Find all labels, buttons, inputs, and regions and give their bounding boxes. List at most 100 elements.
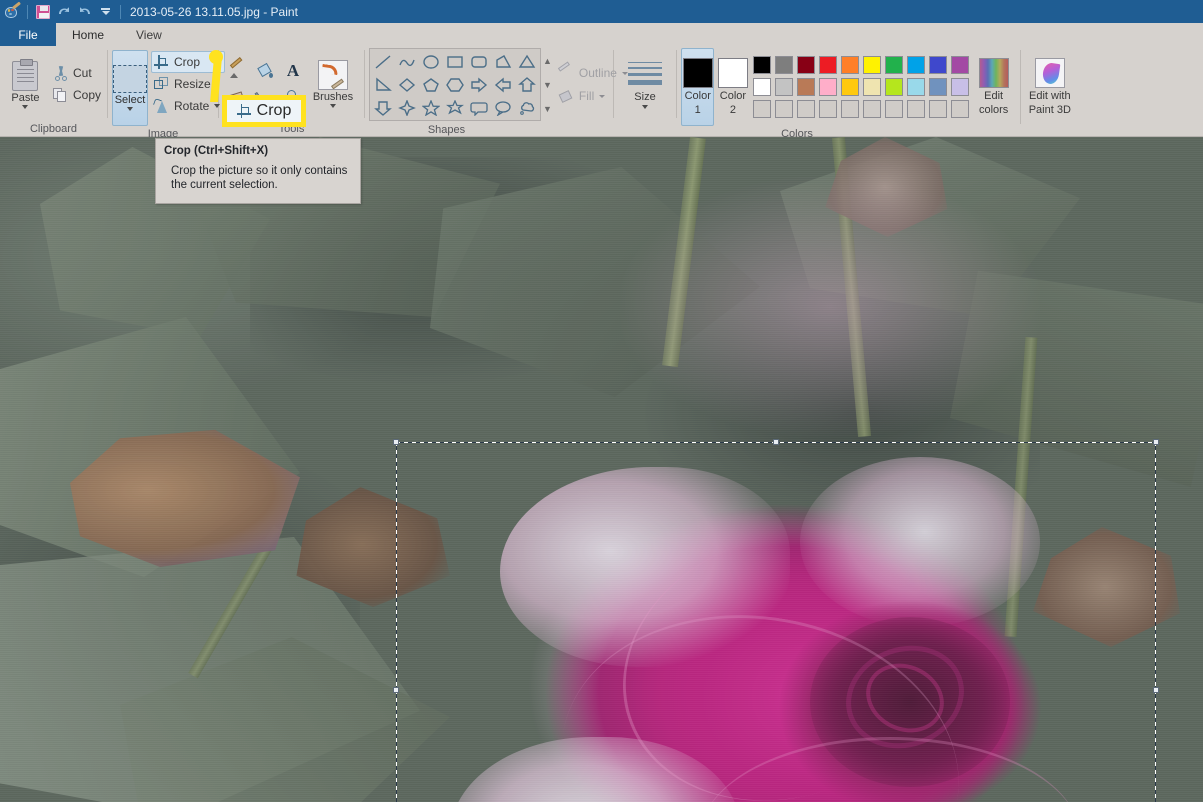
palette-swatch-r3-c5[interactable] — [839, 98, 861, 120]
swatch-color — [797, 100, 816, 118]
select-dropdown-icon[interactable] — [127, 107, 133, 111]
cut-button[interactable]: Cut — [51, 62, 103, 84]
size-button[interactable]: Size — [619, 59, 671, 109]
palette-swatch-r3-c10[interactable] — [949, 98, 971, 120]
palette-swatch-r2-c1[interactable] — [751, 76, 773, 98]
shape-diamond[interactable] — [395, 73, 419, 96]
fill-icon — [558, 89, 574, 104]
palette-swatch-r3-c9[interactable] — [927, 98, 949, 120]
shape-rounded-rectangular-callout[interactable] — [467, 96, 491, 119]
shapes-scroll-down-icon[interactable]: ▼ — [543, 74, 552, 95]
fill-dropdown-icon[interactable] — [599, 94, 606, 98]
color-2-button[interactable]: Color 2 — [716, 48, 749, 126]
palette-swatch-r2-c5[interactable] — [839, 76, 861, 98]
brushes-button[interactable]: Brushes — [307, 59, 359, 108]
shape-pentagon[interactable] — [419, 73, 443, 96]
fill-with-color-tool-button[interactable] — [251, 58, 279, 84]
palette-swatch-r1-c6[interactable] — [861, 54, 883, 76]
save-icon[interactable] — [33, 2, 52, 21]
tab-home[interactable]: Home — [56, 23, 121, 46]
shape-right-arrow[interactable] — [467, 73, 491, 96]
shape-oval[interactable] — [419, 50, 443, 73]
palette-swatch-r2-c7[interactable] — [883, 76, 905, 98]
palette-swatch-r1-c2[interactable] — [773, 54, 795, 76]
paint-logo-icon[interactable] — [3, 1, 22, 21]
swatch-color — [841, 100, 860, 118]
shapes-gallery[interactable] — [369, 48, 541, 121]
palette-swatch-r1-c5[interactable] — [839, 54, 861, 76]
palette-swatch-r3-c6[interactable] — [861, 98, 883, 120]
color-1-button[interactable]: Color 1 — [681, 48, 715, 126]
scissors-icon — [53, 65, 69, 81]
shape-down-arrow[interactable] — [371, 96, 395, 119]
palette-swatch-r3-c1[interactable] — [751, 98, 773, 120]
magnifier-tool-button[interactable] — [279, 84, 307, 110]
shape-four-point-star[interactable] — [395, 96, 419, 119]
shape-cloud-callout[interactable] — [515, 96, 539, 119]
shape-line[interactable] — [371, 50, 395, 73]
color-picker-tool-button[interactable] — [251, 84, 279, 110]
text-tool-button[interactable]: A — [279, 58, 307, 84]
palette-swatch-r2-c4[interactable] — [817, 76, 839, 98]
resize-button[interactable]: Resize — [151, 73, 225, 95]
selection-handle-middle-left[interactable] — [393, 687, 399, 693]
customize-quick-access-icon[interactable] — [96, 2, 115, 21]
palette-swatch-r3-c2[interactable] — [773, 98, 795, 120]
palette-swatch-r2-c3[interactable] — [795, 76, 817, 98]
paste-button[interactable]: Paste — [4, 58, 47, 109]
palette-swatch-r1-c9[interactable] — [927, 54, 949, 76]
palette-swatch-r3-c4[interactable] — [817, 98, 839, 120]
selection-handle-middle-right[interactable] — [1153, 687, 1159, 693]
edit-colors-button[interactable]: Edit colors — [973, 58, 1013, 116]
tab-view[interactable]: View — [120, 23, 178, 46]
select-button[interactable]: Select — [112, 50, 148, 126]
shapes-expand-icon[interactable]: ▼ — [543, 98, 552, 119]
shape-triangle[interactable] — [515, 50, 539, 73]
shape-six-point-star[interactable] — [443, 96, 467, 119]
paste-dropdown-icon[interactable] — [22, 104, 29, 109]
undo-icon[interactable] — [54, 2, 73, 21]
size-dropdown-icon[interactable] — [642, 104, 648, 109]
rotate-button[interactable]: Rotate — [151, 95, 225, 117]
shape-five-point-star[interactable] — [419, 96, 443, 119]
shape-left-arrow[interactable] — [491, 73, 515, 96]
shape-right-triangle[interactable] — [371, 73, 395, 96]
crop-button[interactable]: Crop — [151, 51, 226, 73]
selection-rectangle[interactable] — [393, 439, 1159, 802]
pencil-tool-button[interactable] — [223, 56, 251, 84]
palette-swatch-r3-c7[interactable] — [883, 98, 905, 120]
selection-handle-top-center[interactable] — [773, 439, 779, 445]
copy-button[interactable]: Copy — [51, 84, 103, 106]
shape-polygon[interactable] — [491, 50, 515, 73]
image-canvas[interactable] — [0, 137, 1203, 802]
shapes-scrollbar[interactable]: ▲ ▼ ▼ — [543, 50, 552, 119]
tab-file[interactable]: File — [0, 23, 56, 46]
palette-swatch-r1-c7[interactable] — [883, 54, 905, 76]
palette-swatch-r2-c6[interactable] — [861, 76, 883, 98]
palette-swatch-r2-c8[interactable] — [905, 76, 927, 98]
shape-curve[interactable] — [395, 50, 419, 73]
palette-swatch-r1-c8[interactable] — [905, 54, 927, 76]
edit-with-paint-3d-button[interactable]: Edit with Paint 3D — [1027, 58, 1073, 116]
redo-icon[interactable] — [75, 2, 94, 21]
brushes-dropdown-icon[interactable] — [330, 103, 336, 108]
palette-swatch-r3-c8[interactable] — [905, 98, 927, 120]
selection-handle-top-right[interactable] — [1153, 439, 1159, 445]
selection-handle-top-left[interactable] — [393, 439, 399, 445]
palette-swatch-r1-c1[interactable] — [751, 54, 773, 76]
palette-swatch-r1-c3[interactable] — [795, 54, 817, 76]
shape-rounded-rectangle[interactable] — [467, 50, 491, 73]
shape-rectangle[interactable] — [443, 50, 467, 73]
color-palette[interactable] — [751, 54, 971, 120]
palette-swatch-r3-c3[interactable] — [795, 98, 817, 120]
eraser-tool-button[interactable] — [223, 84, 251, 110]
shape-hexagon[interactable] — [443, 73, 467, 96]
shape-up-arrow[interactable] — [515, 73, 539, 96]
shape-oval-callout[interactable] — [491, 96, 515, 119]
palette-swatch-r2-c2[interactable] — [773, 76, 795, 98]
palette-swatch-r1-c10[interactable] — [949, 54, 971, 76]
shapes-scroll-up-icon[interactable]: ▲ — [543, 50, 552, 71]
palette-swatch-r2-c10[interactable] — [949, 76, 971, 98]
palette-swatch-r2-c9[interactable] — [927, 76, 949, 98]
palette-swatch-r1-c4[interactable] — [817, 54, 839, 76]
